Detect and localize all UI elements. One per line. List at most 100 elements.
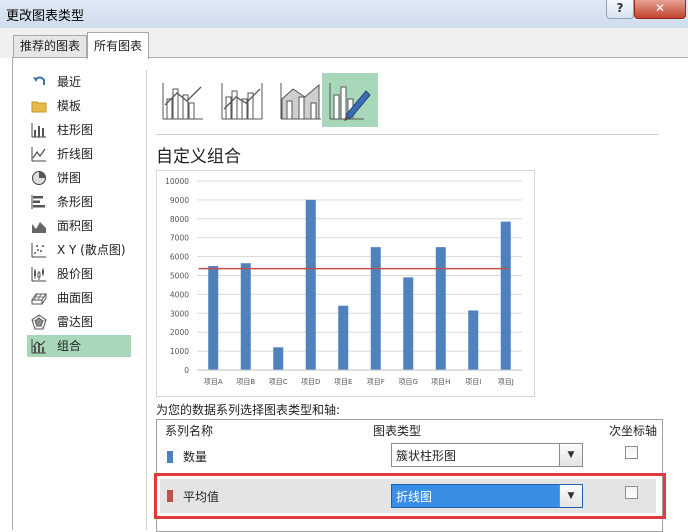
bar <box>403 277 414 370</box>
bar <box>273 347 284 370</box>
category-label: 组合 <box>57 339 82 353</box>
category-stock[interactable]: 股价图 <box>27 263 131 285</box>
scatter-chart-icon <box>31 243 46 258</box>
series-name: 数量 <box>183 450 208 464</box>
all-charts-panel: 最近 模板 柱形图 折线图 饼图 条形图 面积图 X Y (散点图) 股价图 曲… <box>12 57 688 532</box>
combo-chart-icon <box>31 339 46 354</box>
stock-chart-icon <box>31 267 46 282</box>
area-chart-icon <box>32 222 46 233</box>
help-button[interactable]: ? <box>606 0 634 19</box>
chart-type-dropdown[interactable]: 折线图 ▼ <box>391 484 583 508</box>
secondary-axis-checkbox[interactable] <box>625 486 638 499</box>
category-recent[interactable]: 最近 <box>27 71 131 93</box>
combo-subtype-stacked-area-column[interactable] <box>273 73 329 127</box>
category-label: 股价图 <box>57 267 94 281</box>
folder-icon <box>31 101 47 113</box>
y-tick-label: 9000 <box>170 196 189 205</box>
category-area[interactable]: 面积图 <box>27 215 131 237</box>
category-label: 曲面图 <box>57 291 94 305</box>
category-label: 饼图 <box>57 171 82 185</box>
series-row: 数量 簇状柱形图 ▼ <box>157 440 662 476</box>
x-tick-label: 项目C <box>269 378 288 386</box>
secondary-axis-checkbox[interactable] <box>625 446 638 459</box>
category-scatter[interactable]: X Y (散点图) <box>27 239 131 261</box>
category-label: 最近 <box>57 75 82 89</box>
y-tick-label: 0 <box>184 366 189 375</box>
header-secondary-axis: 次坐标轴 <box>609 424 658 438</box>
line-chart-icon <box>31 147 46 162</box>
column-line-secondary-axis-icon <box>221 83 263 120</box>
y-tick-label: 10000 <box>165 177 189 186</box>
category-bar[interactable]: 条形图 <box>27 191 131 213</box>
bar <box>370 247 381 370</box>
bar <box>240 263 251 370</box>
combo-chart: 0 1000 2000 3000 4000 5000 6000 7000 8000 9000 100… <box>165 177 522 386</box>
surface-chart-icon <box>31 293 47 305</box>
bar-chart-icon <box>31 195 45 209</box>
combo-subtype-custom[interactable] <box>322 73 378 127</box>
series-name: 平均值 <box>183 490 220 504</box>
clustered-column-line-icon <box>162 83 203 120</box>
stacked-area-column-icon <box>280 83 321 120</box>
bar <box>338 305 349 370</box>
combo-subtype-clustered-column-line[interactable] <box>155 73 211 127</box>
section-divider <box>156 134 659 135</box>
radar-chart-icon <box>31 314 47 330</box>
dropdown-value: 簇状柱形图 <box>396 449 457 463</box>
bar <box>305 199 316 370</box>
x-tick-label: 项目J <box>498 378 514 386</box>
x-tick-label: 项目I <box>465 378 481 386</box>
combo-subtype-column-line-secondary[interactable] <box>214 73 270 127</box>
x-tick-label: 项目E <box>334 378 352 386</box>
y-tick-label: 3000 <box>170 309 189 318</box>
window-title: 更改图表类型 <box>6 9 85 24</box>
bar <box>208 266 219 370</box>
header-series-name: 系列名称 <box>165 424 214 438</box>
y-tick-label: 7000 <box>170 234 189 243</box>
bar <box>500 221 511 370</box>
panel-divider <box>146 70 147 530</box>
undo-icon <box>33 76 45 85</box>
category-label: 雷达图 <box>57 315 94 329</box>
chevron-down-icon[interactable]: ▼ <box>559 485 582 507</box>
close-button[interactable]: ✕ <box>634 0 686 19</box>
category-label: 折线图 <box>57 147 94 161</box>
y-tick-label: 5000 <box>170 272 189 281</box>
category-pie[interactable]: 饼图 <box>27 167 131 189</box>
chart-type-dropdown[interactable]: 簇状柱形图 ▼ <box>391 443 583 467</box>
category-surface[interactable]: 曲面图 <box>27 287 131 309</box>
x-tick-label: 项目D <box>301 378 320 386</box>
tab-recommended-charts[interactable]: 推荐的图表 <box>13 35 88 58</box>
y-tick-label: 2000 <box>170 328 189 337</box>
chart-preview: 0 1000 2000 3000 4000 5000 6000 7000 8000 9000 100… <box>156 170 535 397</box>
series-prompt: 为您的数据系列选择图表类型和轴: <box>156 403 341 417</box>
x-tick-label: 项目B <box>236 378 255 386</box>
custom-combo-heading: 自定义组合 <box>156 147 241 167</box>
pie-chart-icon <box>32 171 46 185</box>
category-label: 模板 <box>57 99 82 113</box>
dropdown-value: 折线图 <box>396 490 433 504</box>
x-tick-label: 项目A <box>204 378 223 386</box>
category-label: 柱形图 <box>57 123 94 137</box>
y-tick-label: 4000 <box>170 290 189 299</box>
column-chart-icon <box>31 123 46 138</box>
category-line[interactable]: 折线图 <box>27 143 131 165</box>
category-label: X Y (散点图) <box>57 243 126 257</box>
y-tick-label: 8000 <box>170 215 189 224</box>
category-templates[interactable]: 模板 <box>27 95 131 117</box>
title-bar: 更改图表类型 ? ✕ <box>0 0 688 29</box>
x-tick-label: 项目G <box>399 378 418 386</box>
series-row-selected: 平均值 折线图 ▼ <box>160 479 656 513</box>
chevron-down-icon[interactable]: ▼ <box>559 444 582 466</box>
category-combo[interactable]: 组合 <box>27 335 131 357</box>
category-column[interactable]: 柱形图 <box>27 119 131 141</box>
custom-combo-icon <box>329 83 371 121</box>
x-tick-label: 项目F <box>367 378 385 386</box>
category-radar[interactable]: 雷达图 <box>27 311 131 333</box>
series-color-swatch <box>167 451 173 463</box>
y-tick-label: 1000 <box>170 347 189 356</box>
tab-strip: 推荐的图表 所有图表 <box>0 28 688 59</box>
header-chart-type: 图表类型 <box>373 424 422 438</box>
series-color-swatch <box>167 490 173 502</box>
tab-all-charts[interactable]: 所有图表 <box>87 32 150 59</box>
